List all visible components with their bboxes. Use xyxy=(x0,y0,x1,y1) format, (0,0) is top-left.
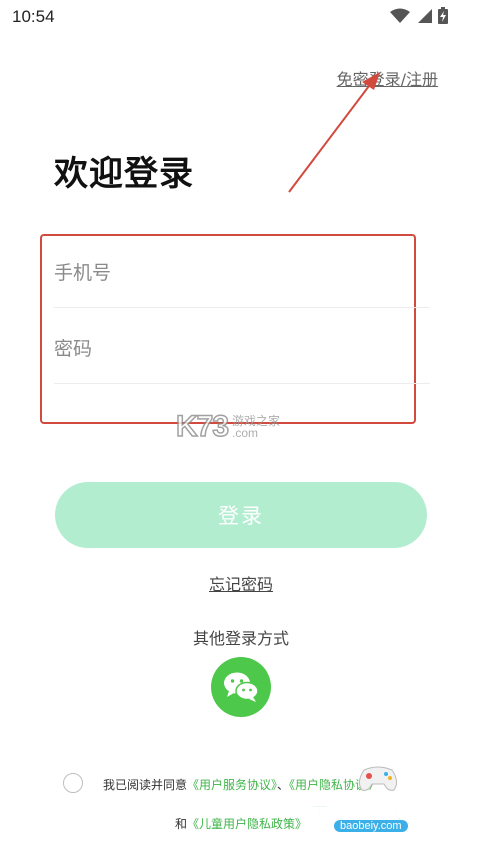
agreement-prefix: 我已阅读并同意 xyxy=(103,778,188,792)
wechat-icon xyxy=(224,672,259,702)
k73-watermark: K73 游戏之家 .com xyxy=(175,409,280,444)
forgot-password-link[interactable]: 忘记密码 xyxy=(209,575,273,594)
k73-logo-text: K73 xyxy=(175,409,230,444)
k73-domain: .com xyxy=(232,426,259,440)
other-login-label: 其他登录方式 xyxy=(192,629,289,648)
page-title: 欢迎登录 xyxy=(54,154,194,194)
wechat-login-button[interactable] xyxy=(211,657,271,717)
password-row xyxy=(54,314,430,384)
children-policy-link[interactable]: 《儿童用户隐私政策》 xyxy=(187,817,307,831)
forgot-password-row: 忘记密码 xyxy=(0,571,482,595)
agreement-conjunction: 和 xyxy=(174,817,187,831)
password-input[interactable] xyxy=(54,314,430,383)
login-button[interactable]: 登录 xyxy=(55,482,427,548)
phone-row xyxy=(54,238,430,308)
service-agreement-link[interactable]: 《用户服务协议》 xyxy=(187,778,277,792)
gamepad-icon xyxy=(358,766,398,791)
k73-side: 游戏之家 .com xyxy=(232,415,280,439)
baobei-name: 宝贝游戏网 xyxy=(308,797,428,824)
phone-input[interactable] xyxy=(54,238,430,307)
agreement-checkbox[interactable] xyxy=(63,773,83,793)
baobei-domain: baobeiy.com xyxy=(334,820,408,832)
agreement-separator: 、 xyxy=(277,778,290,792)
login-form xyxy=(40,234,430,424)
baobei-watermark: 宝贝游戏网 baobeiy.com xyxy=(304,764,454,844)
